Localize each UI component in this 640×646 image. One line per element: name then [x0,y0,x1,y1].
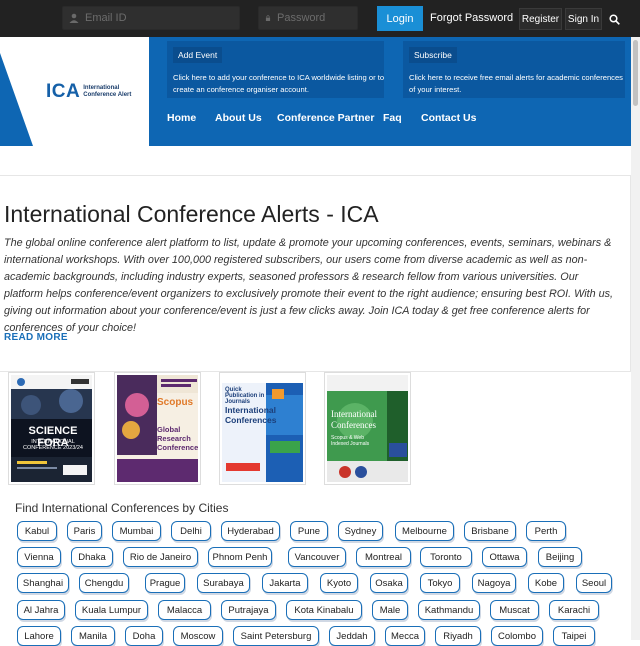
password-input[interactable] [277,12,357,24]
city-tag[interactable]: Toronto [420,547,472,567]
subscribe-panel[interactable]: Subscribe Click here to receive free ema… [403,41,625,98]
city-tag[interactable]: Kobe [528,573,564,593]
banner-quick-publication[interactable]: Quick Publication in Journals Internatio… [219,372,306,485]
city-tag[interactable]: Phnom Penh [208,547,272,567]
city-tag[interactable]: Kathmandu [418,600,480,620]
banner-3-title: International Conferences [225,405,277,425]
city-tag[interactable]: Riyadh [435,626,481,646]
nav-contact-us[interactable]: Contact Us [421,112,476,124]
cities-heading: Find International Conferences by Cities [15,501,229,515]
search-button[interactable] [604,8,624,30]
city-tag[interactable]: Mumbai [112,521,161,541]
read-more-link[interactable]: READ MORE [4,332,68,343]
city-tag[interactable]: Paris [67,521,102,541]
city-tag[interactable]: Karachi [549,600,599,620]
intro-text: The global online conference alert platf… [4,237,614,334]
city-tag[interactable]: Surabaya [197,573,250,593]
city-tag[interactable]: Perth [526,521,566,541]
banner-2-title: Scopus [157,397,194,408]
city-tag[interactable]: Muscat [490,600,539,620]
add-event-button[interactable]: Add Event [173,47,223,63]
city-tag[interactable]: Melbourne [395,521,454,541]
city-tag[interactable]: Al Jahra [17,600,65,620]
city-tag[interactable]: Chengdu [79,573,129,593]
city-tag[interactable]: Doha [125,626,163,646]
add-event-panel[interactable]: Add Event Click here to add your confere… [167,41,384,98]
banner-global-research[interactable]: Scopus Global Research Conferences [114,372,201,485]
subscribe-button[interactable]: Subscribe [409,47,457,63]
city-tag[interactable]: Putrajaya [221,600,276,620]
page-scrollbar[interactable] [631,37,640,640]
banner-2-subtitle: Global Research Conferences [157,425,198,452]
city-tag[interactable]: Osaka [370,573,408,593]
logo[interactable]: ICA International Conference Alert [0,37,149,146]
city-tag[interactable]: Pune [290,521,328,541]
city-tag[interactable]: Vienna [17,547,61,567]
logo-mark: ICA [46,81,81,102]
nav-about-us[interactable]: About Us [215,112,262,124]
city-tag[interactable]: Moscow [173,626,223,646]
city-tag[interactable]: Hyderabad [221,521,280,541]
password-field[interactable] [258,6,358,30]
nav-faq[interactable]: Faq [383,112,402,124]
city-tag[interactable]: Kabul [17,521,57,541]
forgot-password-link[interactable]: Forgot Password [430,12,513,24]
city-tag[interactable]: Prague [145,573,185,593]
lock-icon [265,15,271,21]
site-header: ICA International Conference Alert Add E… [0,37,631,146]
email-input[interactable] [85,12,225,24]
nav-home[interactable]: Home [167,112,196,124]
search-icon [608,13,620,25]
top-bar: Login Forgot Password Register Sign In [0,0,640,37]
city-tag[interactable]: Male [372,600,408,620]
city-tag[interactable]: Mecca [385,626,425,646]
city-tag[interactable]: Montreal [356,547,411,567]
city-tag[interactable]: Malacca [158,600,211,620]
logo-line-1: International [83,85,120,91]
register-button[interactable]: Register [519,8,562,30]
city-tag[interactable]: Jakarta [262,573,308,593]
email-field[interactable] [62,6,240,30]
city-tag[interactable]: Ottawa [482,547,527,567]
city-tag[interactable]: Kyoto [320,573,358,593]
city-tag[interactable]: Seoul [576,573,612,593]
subscribe-text: Click here to receive free email alerts … [409,73,623,94]
city-tag[interactable]: Vancouver [288,547,346,567]
logo-wedge-graphic [0,53,33,146]
logo-line-2: Conference Alert [83,92,132,98]
banner-3-subtitle: Quick Publication in Journals [225,387,265,405]
city-tag[interactable]: Taipei [553,626,595,646]
city-tag[interactable]: Lahore [17,626,61,646]
city-tag[interactable]: Beijing [538,547,582,567]
banner-4-subtitle: Scopus & Web Indexed Journals [331,435,370,447]
city-tag[interactable]: Kota Kinabalu [286,600,362,620]
banner-1-subtitle: INTERNATIONAL CONFERENCE 2023/24 [23,439,83,451]
login-button[interactable]: Login [377,6,423,31]
city-tag[interactable]: Saint Petersburg [233,626,319,646]
city-tag[interactable]: Jeddah [329,626,375,646]
city-tag[interactable]: Nagoya [472,573,516,593]
page-title: International Conference Alerts - ICA [4,201,379,227]
user-icon [69,13,79,23]
city-tag[interactable]: Shanghai [17,573,69,593]
city-tag[interactable]: Manila [71,626,115,646]
city-tag[interactable]: Tokyo [420,573,460,593]
nav-conference-partner[interactable]: Conference Partner [277,112,374,124]
banner-4-title: International Conferences [331,409,377,430]
city-tag[interactable]: Rio de Janeiro [123,547,198,567]
banner-scopus-web[interactable]: International Conferences Scopus & Web I… [324,372,411,485]
city-tag[interactable]: Delhi [171,521,211,541]
sign-in-button[interactable]: Sign In [565,8,602,30]
add-event-text: Click here to add your conference to ICA… [173,73,385,94]
city-tag[interactable]: Kuala Lumpur [75,600,148,620]
city-tag[interactable]: Dhaka [71,547,113,567]
city-tag[interactable]: Colombo [491,626,543,646]
banner-science-fora[interactable]: SCIENCE FORA INTERNATIONAL CONFERENCE 20… [8,372,95,485]
scrollbar-thumb[interactable] [633,40,638,106]
city-tag[interactable]: Brisbane [464,521,516,541]
city-tag[interactable]: Sydney [338,521,383,541]
